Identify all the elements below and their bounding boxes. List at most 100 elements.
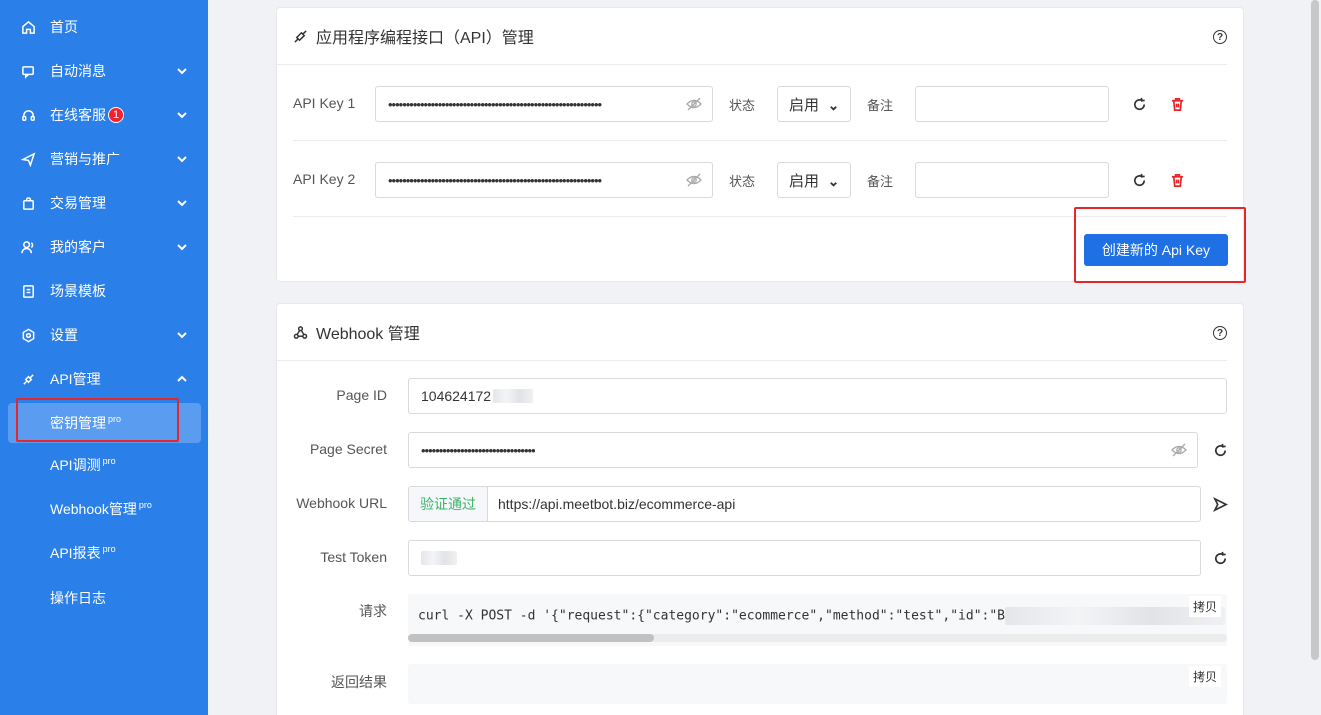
- page-secret-input[interactable]: ••••••••••••••••••••••••••••••••: [408, 432, 1198, 468]
- note-input[interactable]: [915, 86, 1109, 122]
- api-management-card: 应用程序编程接口（API）管理 ? API Key 1 ••••••••••••…: [276, 7, 1244, 282]
- send-icon: [20, 151, 36, 167]
- nav-templates[interactable]: 场景模板: [0, 269, 208, 313]
- note-label: 备注: [867, 98, 894, 113]
- webhook-url-label: Webhook URL: [296, 495, 387, 511]
- chevron-down-icon: [176, 196, 188, 208]
- nav-label: 在线客服: [50, 107, 106, 123]
- status-label: 状态: [729, 98, 756, 113]
- api-key-value: ••••••••••••••••••••••••••••••••••••••••…: [388, 96, 602, 112]
- page-scrollbar[interactable]: [1311, 0, 1319, 660]
- plug-icon: [293, 29, 308, 44]
- help-icon[interactable]: ?: [1213, 326, 1227, 340]
- nav-label: 交易管理: [50, 195, 106, 211]
- sub-item-operation-log[interactable]: 操作日志: [8, 578, 201, 618]
- note-input[interactable]: [915, 162, 1109, 198]
- sub-item-label: Webhook管理: [50, 501, 137, 517]
- nav-home[interactable]: 首页: [0, 5, 208, 49]
- chevron-up-icon: [176, 372, 188, 384]
- refresh-icon[interactable]: [1131, 96, 1147, 112]
- eye-hidden-icon[interactable]: [686, 173, 702, 187]
- notification-badge: 1: [108, 107, 124, 123]
- refresh-icon[interactable]: [1131, 172, 1147, 188]
- page-id-label: Page ID: [336, 387, 387, 403]
- nav-api-management[interactable]: API管理: [0, 357, 208, 401]
- api-key-label: API Key 1: [293, 95, 356, 111]
- webhook-url-value: https://api.meetbot.biz/ecommerce-api: [498, 496, 736, 512]
- sub-item-label: 密钥管理: [50, 415, 106, 431]
- page-id-value: 104624172: [421, 388, 492, 404]
- template-icon: [20, 283, 36, 299]
- copy-button[interactable]: 拷贝: [1188, 666, 1221, 687]
- sub-item-label: API报表: [50, 545, 101, 561]
- help-icon[interactable]: ?: [1213, 30, 1227, 44]
- pro-tag: pro: [108, 414, 122, 424]
- sub-item-key-management[interactable]: 密钥管理 pro: [8, 403, 201, 443]
- nav-label: 营销与推广: [50, 151, 120, 167]
- test-token-input[interactable]: [408, 540, 1201, 576]
- page-secret-label: Page Secret: [309, 441, 387, 457]
- webhook-management-card: Webhook 管理 ? Page ID 104624172 Page Secr…: [276, 303, 1244, 715]
- sub-item-api-report[interactable]: API报表 pro: [8, 533, 201, 573]
- card-title: Webhook 管理: [316, 326, 420, 343]
- refresh-icon[interactable]: [1212, 550, 1228, 566]
- refresh-icon[interactable]: [1212, 442, 1228, 458]
- horizontal-scrollbar[interactable]: [408, 634, 1227, 642]
- api-icon: [20, 371, 36, 387]
- result-box: 拷贝: [408, 664, 1227, 704]
- chevron-down-icon: [829, 100, 838, 111]
- nav-settings[interactable]: 设置: [0, 313, 208, 357]
- chevron-down-icon: [176, 64, 188, 76]
- note-label: 备注: [867, 174, 894, 189]
- eye-hidden-icon[interactable]: [686, 97, 702, 111]
- webhook-icon: [293, 325, 308, 340]
- card-header: 应用程序编程接口（API）管理: [277, 8, 1227, 65]
- nav-label: 场景模板: [50, 283, 106, 299]
- nav-label: 我的客户: [50, 239, 106, 255]
- trash-icon[interactable]: [1169, 96, 1185, 112]
- chevron-down-icon: [176, 240, 188, 252]
- api-key-1-field[interactable]: ••••••••••••••••••••••••••••••••••••••••…: [375, 86, 713, 122]
- chevron-down-icon: [176, 108, 188, 120]
- eye-hidden-icon[interactable]: [1171, 443, 1187, 457]
- nav-live-support[interactable]: 在线客服 1: [0, 93, 208, 137]
- status-select[interactable]: 启用: [777, 162, 851, 198]
- copy-button[interactable]: 拷贝: [1188, 596, 1221, 617]
- nav-label: 首页: [50, 19, 78, 35]
- request-label: 请求: [359, 603, 387, 619]
- divider: [293, 140, 1227, 141]
- redacted-blur: [421, 551, 457, 565]
- pro-tag: pro: [102, 544, 116, 554]
- test-token-label: Test Token: [320, 549, 387, 565]
- api-key-2-field[interactable]: ••••••••••••••••••••••••••••••••••••••••…: [375, 162, 713, 198]
- create-api-key-button[interactable]: 创建新的 Api Key: [1084, 234, 1228, 266]
- pro-tag: pro: [138, 500, 152, 510]
- sub-item-webhook[interactable]: Webhook管理 pro: [8, 489, 201, 529]
- card-title: 应用程序编程接口（API）管理: [316, 30, 534, 47]
- divider: [293, 216, 1227, 217]
- sub-item-label: 操作日志: [50, 590, 106, 606]
- status-select[interactable]: 启用: [777, 86, 851, 122]
- chevron-down-icon: [176, 328, 188, 340]
- home-icon: [20, 19, 36, 35]
- message-icon: [20, 63, 36, 79]
- page-id-input[interactable]: 104624172: [408, 378, 1227, 414]
- sidebar: 首页 自动消息 在线客服 1 营销与推广 交易管理 我的客户 场景模板 设置 A…: [0, 0, 208, 715]
- pro-tag: pro: [102, 456, 116, 466]
- send-icon[interactable]: [1212, 496, 1228, 512]
- request-code: curl -X POST -d '{"request":{"category":…: [418, 608, 1005, 624]
- headset-icon: [20, 107, 36, 123]
- settings-icon: [20, 327, 36, 343]
- nav-transactions[interactable]: 交易管理: [0, 181, 208, 225]
- trash-icon[interactable]: [1169, 172, 1185, 188]
- scrollbar-thumb[interactable]: [408, 634, 654, 642]
- webhook-url-input[interactable]: 验证通过 https://api.meetbot.biz/ecommerce-a…: [408, 486, 1201, 522]
- api-key-label: API Key 2: [293, 171, 356, 187]
- nav-auto-message[interactable]: 自动消息: [0, 49, 208, 93]
- bag-icon: [20, 195, 36, 211]
- sub-item-api-debug[interactable]: API调测 pro: [8, 445, 201, 485]
- nav-marketing[interactable]: 营销与推广: [0, 137, 208, 181]
- nav-customers[interactable]: 我的客户: [0, 225, 208, 269]
- status-label: 状态: [729, 174, 756, 189]
- nav-label: 设置: [50, 327, 78, 343]
